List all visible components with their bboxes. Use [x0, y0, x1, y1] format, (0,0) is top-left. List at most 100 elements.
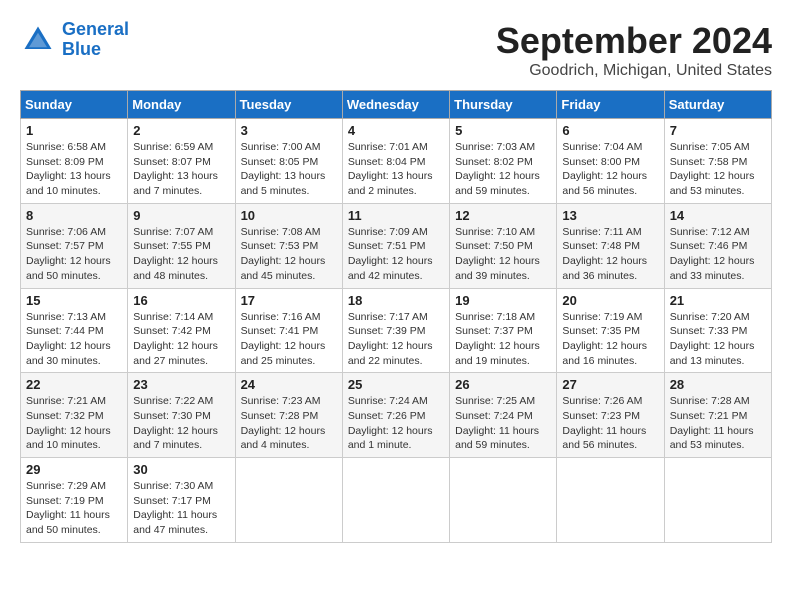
day-info: Sunrise: 7:21 AM Sunset: 7:32 PM Dayligh…	[26, 394, 122, 453]
day-of-week-header: Tuesday	[235, 91, 342, 119]
day-number: 23	[133, 377, 229, 392]
day-number: 9	[133, 208, 229, 223]
day-info: Sunrise: 7:08 AM Sunset: 7:53 PM Dayligh…	[241, 225, 337, 284]
day-info: Sunrise: 7:13 AM Sunset: 7:44 PM Dayligh…	[26, 310, 122, 369]
calendar-day-cell: 15 Sunrise: 7:13 AM Sunset: 7:44 PM Dayli…	[21, 288, 128, 373]
calendar-day-cell: 4 Sunrise: 7:01 AM Sunset: 8:04 PM Daylig…	[342, 119, 449, 204]
day-number: 26	[455, 377, 551, 392]
day-number: 21	[670, 293, 766, 308]
day-number: 2	[133, 123, 229, 138]
location: Goodrich, Michigan, United States	[496, 62, 772, 80]
month-title: September 2024	[496, 20, 772, 62]
calendar-day-cell	[342, 458, 449, 543]
calendar-day-cell: 19Sunrise: 7:18 AM Sunset: 7:37 PM Dayli…	[450, 288, 557, 373]
day-info: Sunrise: 7:07 AM Sunset: 7:55 PM Dayligh…	[133, 225, 229, 284]
calendar-day-cell: 29 Sunrise: 7:29 AM Sunset: 7:19 PM Dayli…	[21, 458, 128, 543]
day-info: Sunrise: 7:16 AM Sunset: 7:41 PM Dayligh…	[241, 310, 337, 369]
calendar-day-cell: 7 Sunrise: 7:05 AM Sunset: 7:58 PM Daylig…	[664, 119, 771, 204]
logo-line2: Blue	[62, 39, 101, 59]
day-of-week-header: Wednesday	[342, 91, 449, 119]
calendar-week-row: 15 Sunrise: 7:13 AM Sunset: 7:44 PM Dayli…	[21, 288, 772, 373]
day-number: 6	[562, 123, 658, 138]
logo-line1: General	[62, 19, 129, 39]
calendar-day-cell: 3Sunrise: 7:00 AM Sunset: 8:05 PM Daylig…	[235, 119, 342, 204]
day-number: 12	[455, 208, 551, 223]
day-number: 4	[348, 123, 444, 138]
day-number: 10	[241, 208, 337, 223]
day-info: Sunrise: 7:09 AM Sunset: 7:51 PM Dayligh…	[348, 225, 444, 284]
day-number: 27	[562, 377, 658, 392]
day-info: Sunrise: 7:12 AM Sunset: 7:46 PM Dayligh…	[670, 225, 766, 284]
day-of-week-header: Saturday	[664, 91, 771, 119]
day-number: 5	[455, 123, 551, 138]
day-number: 15	[26, 293, 122, 308]
day-number: 16	[133, 293, 229, 308]
calendar-day-cell: 5 Sunrise: 7:03 AM Sunset: 8:02 PM Daylig…	[450, 119, 557, 204]
day-info: Sunrise: 6:59 AM Sunset: 8:07 PM Dayligh…	[133, 140, 229, 199]
day-number: 22	[26, 377, 122, 392]
day-number: 11	[348, 208, 444, 223]
day-number: 28	[670, 377, 766, 392]
day-info: Sunrise: 7:05 AM Sunset: 7:58 PM Dayligh…	[670, 140, 766, 199]
calendar-day-cell: 12 Sunrise: 7:10 AM Sunset: 7:50 PM Dayli…	[450, 203, 557, 288]
day-number: 30	[133, 462, 229, 477]
calendar-day-cell: 13Sunrise: 7:11 AM Sunset: 7:48 PM Dayli…	[557, 203, 664, 288]
day-of-week-header: Monday	[128, 91, 235, 119]
calendar-day-cell: 14 Sunrise: 7:12 AM Sunset: 7:46 PM Dayli…	[664, 203, 771, 288]
day-info: Sunrise: 7:25 AM Sunset: 7:24 PM Dayligh…	[455, 394, 551, 453]
calendar-day-cell: 8 Sunrise: 7:06 AM Sunset: 7:57 PM Daylig…	[21, 203, 128, 288]
day-info: Sunrise: 7:29 AM Sunset: 7:19 PM Dayligh…	[26, 479, 122, 538]
calendar-day-cell: 30 Sunrise: 7:30 AM Sunset: 7:17 PM Dayli…	[128, 458, 235, 543]
day-info: Sunrise: 7:19 AM Sunset: 7:35 PM Dayligh…	[562, 310, 658, 369]
logo-text: General Blue	[62, 20, 129, 60]
calendar-week-row: 22 Sunrise: 7:21 AM Sunset: 7:32 PM Dayli…	[21, 373, 772, 458]
day-info: Sunrise: 7:04 AM Sunset: 8:00 PM Dayligh…	[562, 140, 658, 199]
day-of-week-header: Friday	[557, 91, 664, 119]
day-number: 14	[670, 208, 766, 223]
day-info: Sunrise: 7:26 AM Sunset: 7:23 PM Dayligh…	[562, 394, 658, 453]
calendar-day-cell: 6 Sunrise: 7:04 AM Sunset: 8:00 PM Daylig…	[557, 119, 664, 204]
day-info: Sunrise: 7:11 AM Sunset: 7:48 PM Dayligh…	[562, 225, 658, 284]
page-header: General Blue September 2024 Goodrich, Mi…	[20, 20, 772, 80]
day-info: Sunrise: 7:22 AM Sunset: 7:30 PM Dayligh…	[133, 394, 229, 453]
calendar-day-cell: 16 Sunrise: 7:14 AM Sunset: 7:42 PM Dayli…	[128, 288, 235, 373]
calendar-day-cell: 28Sunrise: 7:28 AM Sunset: 7:21 PM Dayli…	[664, 373, 771, 458]
calendar-day-cell: 22 Sunrise: 7:21 AM Sunset: 7:32 PM Dayli…	[21, 373, 128, 458]
day-number: 29	[26, 462, 122, 477]
calendar-day-cell: 20 Sunrise: 7:19 AM Sunset: 7:35 PM Dayli…	[557, 288, 664, 373]
day-number: 24	[241, 377, 337, 392]
day-number: 17	[241, 293, 337, 308]
day-info: Sunrise: 7:30 AM Sunset: 7:17 PM Dayligh…	[133, 479, 229, 538]
calendar-day-cell: 9 Sunrise: 7:07 AM Sunset: 7:55 PM Daylig…	[128, 203, 235, 288]
day-number: 7	[670, 123, 766, 138]
calendar-day-cell: 27 Sunrise: 7:26 AM Sunset: 7:23 PM Dayli…	[557, 373, 664, 458]
day-number: 3	[241, 123, 337, 138]
calendar-day-cell	[235, 458, 342, 543]
calendar-day-cell: 18Sunrise: 7:17 AM Sunset: 7:39 PM Dayli…	[342, 288, 449, 373]
day-info: Sunrise: 7:01 AM Sunset: 8:04 PM Dayligh…	[348, 140, 444, 199]
title-block: September 2024 Goodrich, Michigan, Unite…	[496, 20, 772, 80]
day-info: Sunrise: 7:14 AM Sunset: 7:42 PM Dayligh…	[133, 310, 229, 369]
calendar-day-cell: 23 Sunrise: 7:22 AM Sunset: 7:30 PM Dayli…	[128, 373, 235, 458]
day-number: 1	[26, 123, 122, 138]
day-info: Sunrise: 7:23 AM Sunset: 7:28 PM Dayligh…	[241, 394, 337, 453]
day-number: 20	[562, 293, 658, 308]
day-info: Sunrise: 7:20 AM Sunset: 7:33 PM Dayligh…	[670, 310, 766, 369]
calendar-day-cell: 10 Sunrise: 7:08 AM Sunset: 7:53 PM Dayli…	[235, 203, 342, 288]
day-info: Sunrise: 6:58 AM Sunset: 8:09 PM Dayligh…	[26, 140, 122, 199]
day-number: 19	[455, 293, 551, 308]
calendar-day-cell: 24 Sunrise: 7:23 AM Sunset: 7:28 PM Dayli…	[235, 373, 342, 458]
day-info: Sunrise: 7:03 AM Sunset: 8:02 PM Dayligh…	[455, 140, 551, 199]
day-number: 8	[26, 208, 122, 223]
logo-icon	[20, 22, 56, 58]
calendar-day-cell: 21 Sunrise: 7:20 AM Sunset: 7:33 PM Dayli…	[664, 288, 771, 373]
day-number: 18	[348, 293, 444, 308]
calendar-week-row: 1 Sunrise: 6:58 AM Sunset: 8:09 PM Daylig…	[21, 119, 772, 204]
calendar-header-row: SundayMondayTuesdayWednesdayThursdayFrid…	[21, 91, 772, 119]
calendar-table: SundayMondayTuesdayWednesdayThursdayFrid…	[20, 90, 772, 543]
day-info: Sunrise: 7:06 AM Sunset: 7:57 PM Dayligh…	[26, 225, 122, 284]
day-info: Sunrise: 7:10 AM Sunset: 7:50 PM Dayligh…	[455, 225, 551, 284]
calendar-day-cell: 11 Sunrise: 7:09 AM Sunset: 7:51 PM Dayli…	[342, 203, 449, 288]
calendar-day-cell	[557, 458, 664, 543]
day-number: 25	[348, 377, 444, 392]
